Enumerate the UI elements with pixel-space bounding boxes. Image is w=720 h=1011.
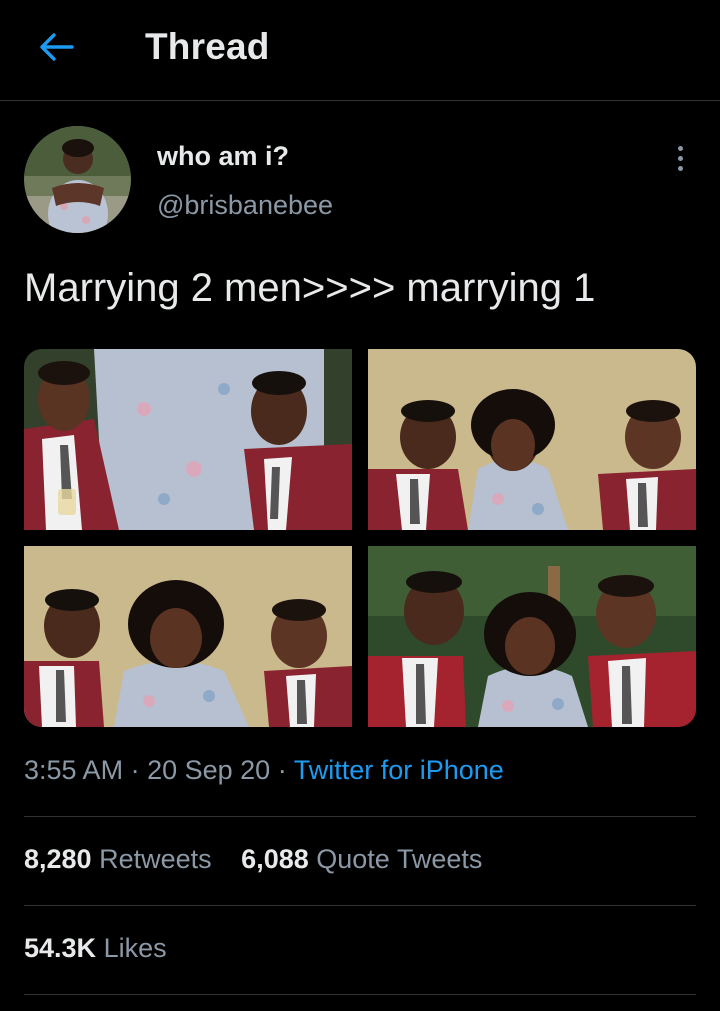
quote-tweets-stat[interactable]: 6,088 Quote Tweets	[241, 844, 482, 875]
author-handle[interactable]: @brisbanebee	[157, 190, 333, 221]
likes-row: 54.3K Likes	[24, 933, 167, 964]
tweet-source-link[interactable]: Twitter for iPhone	[294, 755, 504, 785]
media-photo-1[interactable]	[24, 349, 352, 530]
retweets-count: 8,280	[24, 844, 92, 874]
divider	[24, 816, 696, 817]
more-dot	[677, 155, 683, 161]
meta-separator: ·	[130, 755, 140, 785]
divider	[24, 994, 696, 995]
media-photo-2[interactable]	[368, 349, 696, 530]
top-bar: Thread	[0, 0, 720, 101]
quote-tweets-count: 6,088	[241, 844, 309, 874]
back-button[interactable]	[30, 24, 82, 70]
tweet-time[interactable]: 3:55 AM	[24, 755, 123, 785]
quote-tweets-label: Quote Tweets	[316, 844, 483, 874]
divider	[24, 905, 696, 906]
more-dot	[677, 165, 683, 171]
avatar[interactable]	[24, 126, 131, 233]
more-options-button[interactable]	[662, 140, 698, 176]
tweet-date[interactable]: 20 Sep 20	[147, 755, 270, 785]
more-vertical-icon	[677, 145, 683, 151]
media-grid	[24, 349, 696, 727]
page-title: Thread	[145, 26, 270, 67]
media-photo-3[interactable]	[24, 546, 352, 727]
tweet-text: Marrying 2 men>>>> marrying 1	[24, 266, 596, 310]
engagement-stats: 8,280 Retweets 6,088 Quote Tweets	[24, 844, 482, 875]
avatar-image	[24, 126, 131, 233]
author-display-name[interactable]: who am i?	[157, 141, 289, 172]
tweet-meta: 3:55 AM · 20 Sep 20 · Twitter for iPhone	[24, 755, 504, 786]
likes-label: Likes	[103, 933, 167, 963]
likes-count: 54.3K	[24, 933, 97, 963]
arrow-left-icon	[40, 33, 74, 61]
media-photo-4[interactable]	[368, 546, 696, 727]
meta-separator: ·	[277, 755, 287, 785]
likes-stat[interactable]: 54.3K Likes	[24, 933, 167, 964]
retweets-stat[interactable]: 8,280 Retweets	[24, 844, 212, 875]
retweets-label: Retweets	[99, 844, 212, 874]
